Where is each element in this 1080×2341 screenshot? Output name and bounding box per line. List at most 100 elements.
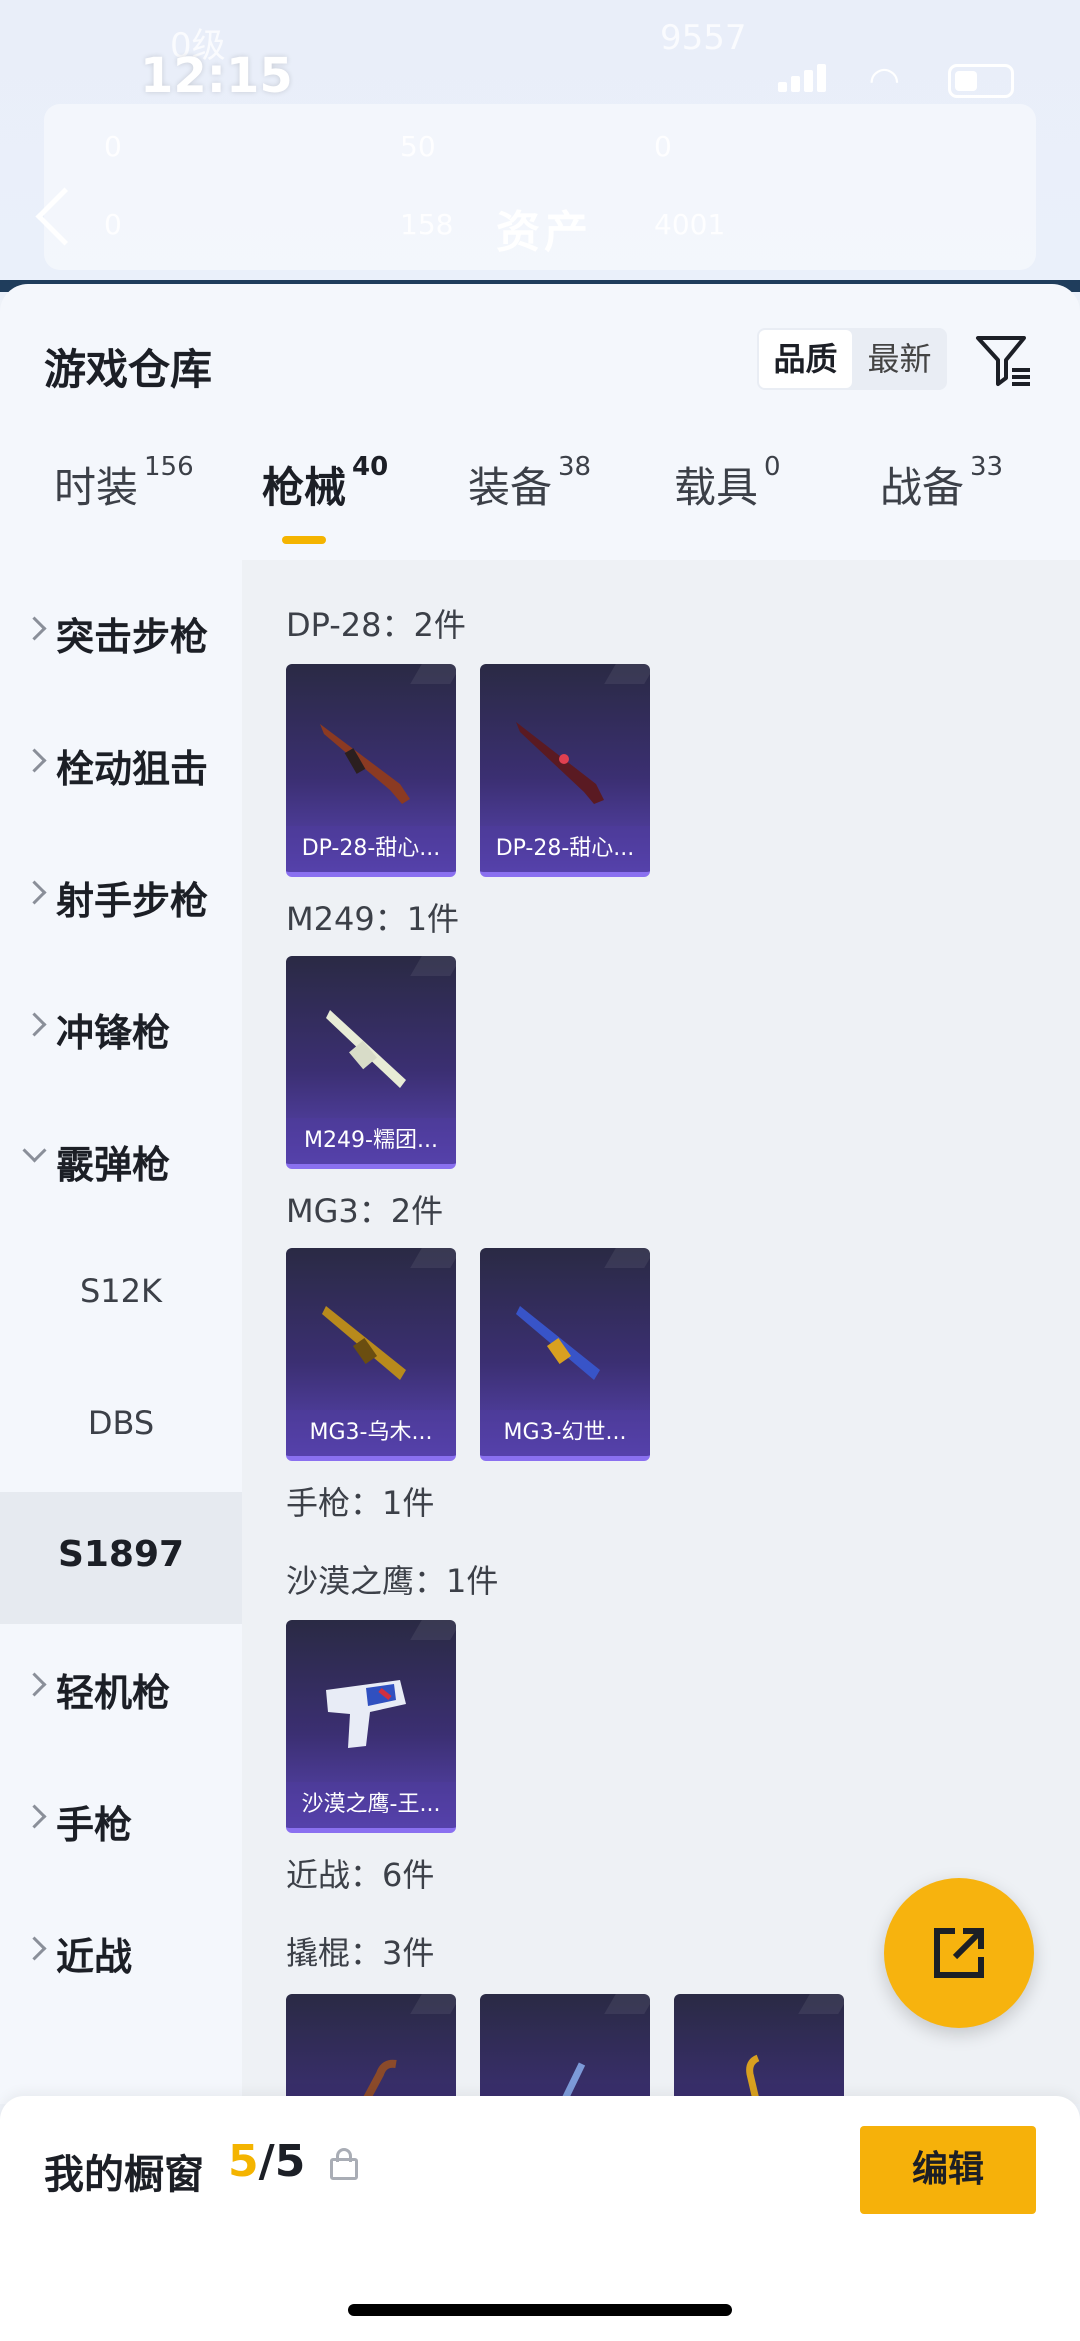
share-button[interactable] [884,1878,1034,2028]
tab-label: 装备 [468,463,553,512]
group-header-crowbar: 撬棍：3件 [286,1934,435,1972]
sidebar-subitem-label: S1897 [57,1534,185,1575]
item-name: MG3-乌木... [286,1410,456,1456]
tab-fashion[interactable]: 时装 156 [54,452,194,515]
machine-gun-icon [516,1306,600,1380]
card-decoration [604,1994,650,2014]
tab-count: 38 [558,452,592,482]
card-decoration [410,1994,456,2014]
machine-gun-icon [326,1010,406,1088]
crowbar-icon [359,2059,397,2104]
stat-value: 158 [400,208,454,241]
sidebar-subitem-label: DBS [87,1404,155,1442]
group-header-deagle: 沙漠之鹰：1件 [286,1562,499,1600]
item-card[interactable]: DP-28-甜心... [286,664,456,877]
sidebar-subitem-s12k[interactable]: S12K [0,1228,242,1360]
chevron-right-icon [22,880,47,905]
tab-count: 33 [970,452,1004,482]
sidebar-item-lmg[interactable]: 轻机枪 [0,1624,242,1756]
rifle-icon [320,724,410,804]
showcase-current: 5 [228,2136,259,2187]
pistol-icon [326,1680,406,1748]
group-header-m249: M249：1件 [286,900,460,938]
lock-icon [330,2148,358,2180]
crowbar-icon [746,2054,761,2104]
battery-icon [948,64,1014,98]
sort-latest-button[interactable]: 最新 [852,328,947,390]
sidebar-subitem-s1897[interactable]: S1897 [0,1492,242,1624]
item-card[interactable]: M249-糯团... [286,956,456,1169]
tab-supplies[interactable]: 战备 33 [880,452,1004,515]
machine-gun-icon [322,1306,406,1380]
content-area: 突击步枪 栓动狙击 射手步枪 冲锋枪 霰弹枪 S12K DBS S1897 轻机… [0,560,1080,2104]
sort-toggle: 品质 最新 [757,328,947,390]
sidebar-subitem-label: S12K [79,1272,162,1310]
item-name: DP-28-甜心... [480,826,650,872]
sidebar-item-label: 轻机枪 [56,1671,171,1715]
tab-vehicles[interactable]: 载具 0 [674,452,781,515]
stat-value: 0 [654,130,672,163]
sheet-title: 游戏仓库 [44,345,213,394]
sidebar-item-label: 突击步枪 [56,615,209,659]
showcase-label: 我的橱窗 [44,2152,204,2198]
group-header-dp28: DP-28：2件 [286,606,466,644]
filter-icon[interactable] [974,330,1034,390]
sidebar-item-marksman-rifle[interactable]: 射手步枪 [0,832,242,964]
card-decoration [410,956,456,976]
showcase-total: /5 [258,2136,306,2187]
sidebar-subitem-dbs[interactable]: DBS [0,1360,242,1492]
tab-count: 0 [764,452,781,482]
status-bar: 0级 9557 12:15 ◠ [0,0,1080,110]
chevron-right-icon [22,1012,47,1037]
tab-gear[interactable]: 装备 38 [468,452,592,515]
sort-quality-button[interactable]: 品质 [759,330,852,388]
tab-count: 156 [144,452,194,482]
item-card[interactable] [480,1994,650,2104]
item-card[interactable]: DP-28-甜心... [480,664,650,877]
item-card[interactable]: 沙漠之鹰-王... [286,1620,456,1833]
tab-count: 40 [352,452,389,482]
item-name: DP-28-甜心... [286,826,456,872]
card-decoration [410,1248,456,1268]
sidebar-item-melee[interactable]: 近战 [0,1888,242,2020]
sidebar-item-smg[interactable]: 冲锋枪 [0,964,242,1096]
chevron-right-icon [22,616,47,641]
chevron-down-icon [22,1138,47,1163]
edit-button[interactable]: 编辑 [860,2126,1036,2214]
sidebar-item-shotgun[interactable]: 霰弹枪 [0,1096,242,1228]
external-link-icon [934,1928,984,1978]
stat-value: 0 [104,130,122,163]
home-indicator [348,2304,732,2316]
chevron-right-icon [22,1804,47,1829]
category-tabs: 时装 156 枪械 40 装备 38 载具 0 战备 33 [0,452,1080,564]
chevron-right-icon [22,748,47,773]
crowbar-icon [558,2062,586,2104]
sidebar-item-bolt-sniper[interactable]: 栓动狙击 [0,700,242,832]
tab-label: 载具 [674,463,759,512]
showcase-bar: 我的橱窗 5/5 编辑 [0,2096,1080,2341]
item-card[interactable] [286,1994,456,2104]
item-name: 沙漠之鹰-王... [286,1782,456,1828]
item-card[interactable] [674,1994,844,2104]
sidebar-item-assault-rifle[interactable]: 突击步枪 [0,568,242,700]
item-list: DP-28：2件 DP-28-甜心... DP-28-甜心... M249：1件… [242,560,1080,2104]
sidebar-item-label: 冲锋枪 [56,1011,171,1055]
sidebar-item-label: 霰弹枪 [56,1143,171,1187]
group-header-mg3: MG3：2件 [286,1192,444,1230]
stat-value: 50 [400,130,436,163]
category-sidebar: 突击步枪 栓动狙击 射手步枪 冲锋枪 霰弹枪 S12K DBS S1897 轻机… [0,560,242,2104]
tab-label: 枪械 [262,463,347,512]
tab-label: 战备 [880,463,965,512]
tab-label: 时装 [54,463,139,512]
sidebar-item-label: 射手步枪 [56,879,209,923]
rifle-icon [516,722,604,804]
item-card[interactable]: MG3-乌木... [286,1248,456,1461]
group-header-pistol: 手枪：1件 [286,1484,435,1522]
status-time: 12:15 [140,48,293,104]
chevron-right-icon [22,1936,47,1961]
sidebar-item-pistol[interactable]: 手枪 [0,1756,242,1888]
page-title: 资产 [496,207,592,258]
stat-value: 0 [104,208,122,241]
item-card[interactable]: MG3-幻世... [480,1248,650,1461]
tab-guns[interactable]: 枪械 40 [262,452,389,515]
